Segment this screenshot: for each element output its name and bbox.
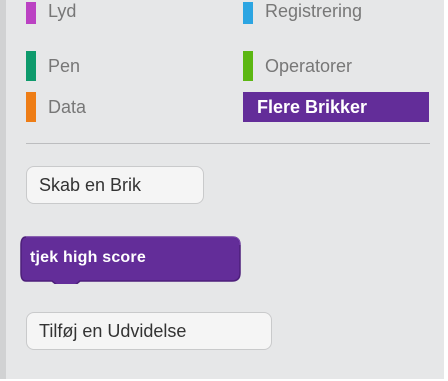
category-data-swatch (26, 92, 36, 122)
category-more-blocks[interactable]: Flere Brikker (243, 92, 429, 122)
category-operators-label: Operatorer (265, 55, 353, 76)
category-operators-swatch (243, 51, 253, 81)
category-sensing[interactable]: Registrering (243, 0, 363, 32)
palette-right-edge (444, 0, 448, 381)
custom-block-tjek-high-score[interactable]: tjek high score (20, 236, 241, 284)
category-divider (26, 143, 430, 144)
category-data-label: Data (48, 96, 87, 117)
category-pen[interactable]: Pen (26, 51, 80, 81)
category-more-blocks-label: Flere Brikker (257, 96, 368, 117)
block-palette: Lyd Pen Data Registrering Operatorer Fle… (0, 0, 448, 381)
category-sound-label: Lyd (48, 0, 77, 21)
category-operators[interactable]: Operatorer (243, 51, 352, 81)
add-extension-button[interactable]: Tilføj en Udvidelse (26, 312, 272, 350)
category-sensing-swatch (243, 2, 253, 24)
category-sensing-label: Registrering (265, 0, 363, 21)
category-pen-swatch (26, 51, 36, 81)
category-sound-swatch (26, 2, 36, 24)
category-sound[interactable]: Lyd (26, 0, 77, 32)
palette-left-border (0, 0, 6, 381)
category-data[interactable]: Data (26, 92, 86, 122)
category-pen-label: Pen (48, 55, 81, 76)
make-a-block-button[interactable]: Skab en Brik (26, 166, 204, 204)
custom-block-label: tjek high score (30, 249, 146, 266)
